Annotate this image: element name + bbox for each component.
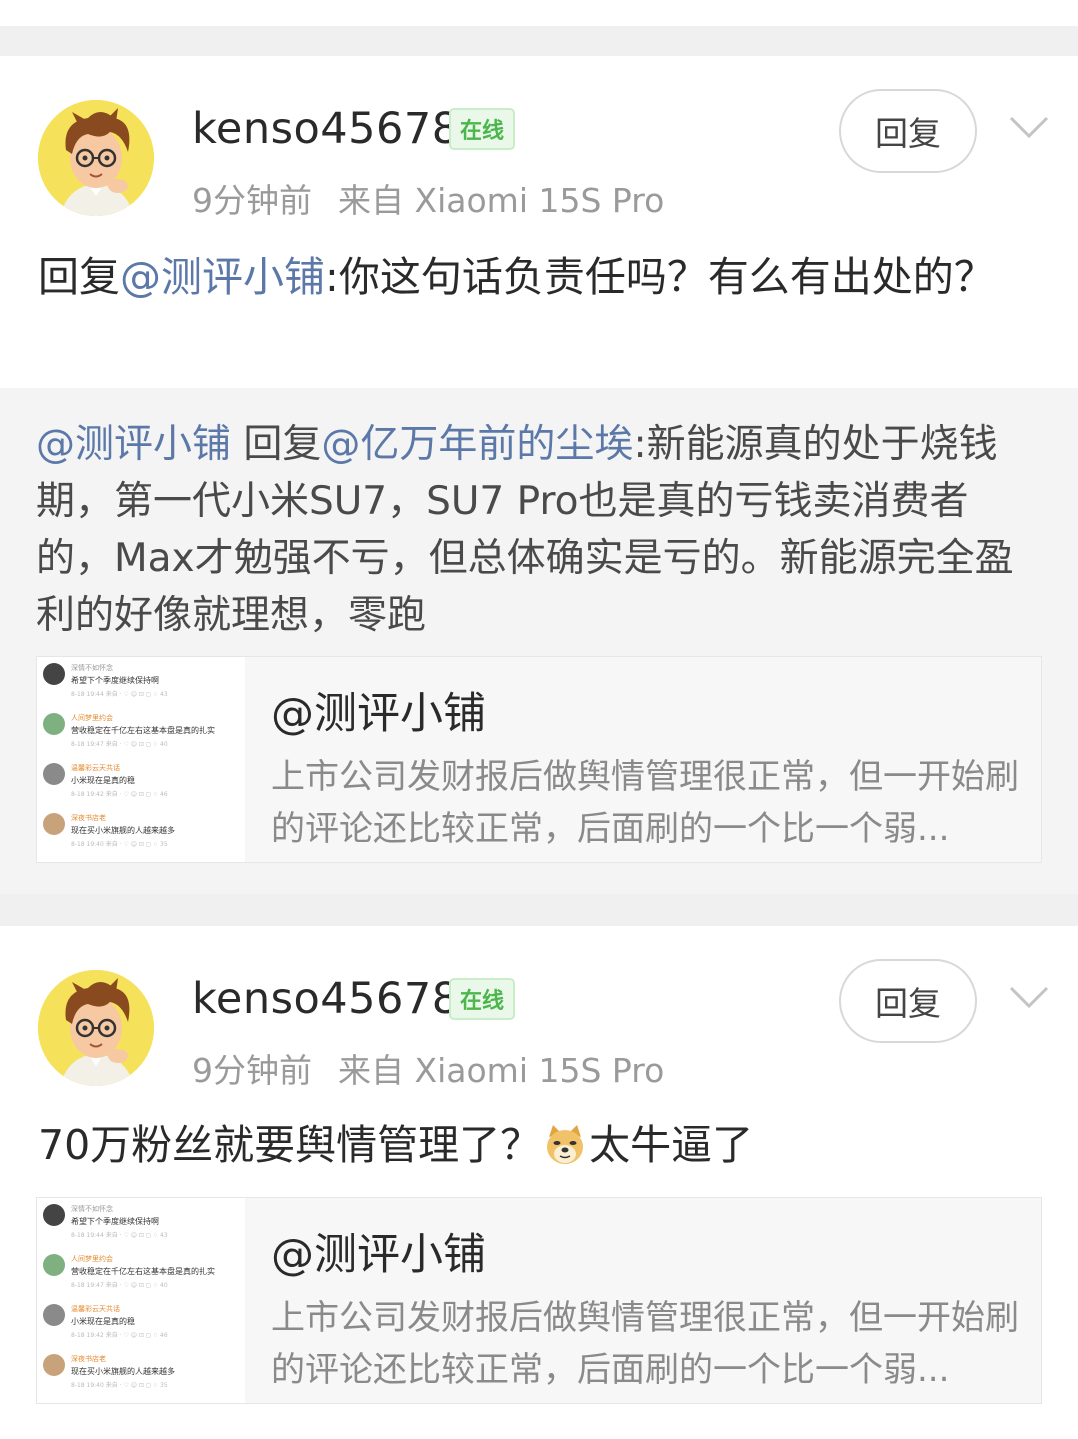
reply-button[interactable]: 回复 bbox=[839, 89, 977, 173]
comment-text: :你这句话负责任吗？有么有出处的？ bbox=[325, 253, 995, 301]
timestamp: 9分钟前 bbox=[192, 181, 312, 220]
chevron-down-icon[interactable] bbox=[1008, 982, 1050, 1012]
link-card[interactable]: 深情不如怀念 希望下个季度继续保持啊 8-18 19:44 来自 · ♡ ☺ ⊡… bbox=[36, 1197, 1042, 1404]
top-white-strip bbox=[0, 0, 1078, 26]
comment-meta: 9分钟前 来自 Xiaomi 15S Pro bbox=[192, 174, 664, 222]
link-card-description: 上市公司发财报后做舆情管理很正常，但一开始刷的评论还比较正常，后面刷的一个比一个… bbox=[271, 1298, 1019, 1390]
chevron-down-icon[interactable] bbox=[1008, 112, 1050, 142]
mention-link[interactable]: @亿万年前的尘埃 bbox=[321, 422, 633, 467]
timestamp: 9分钟前 bbox=[192, 1051, 312, 1090]
separator bbox=[0, 894, 1078, 926]
device-source: 来自 Xiaomi 15S Pro bbox=[338, 181, 665, 220]
comment-card: kenso45678 在线 9分钟前 来自 Xiaomi 15S Pro 回复 回… bbox=[0, 56, 1078, 894]
avatar-cartoon-icon bbox=[38, 970, 154, 1086]
username[interactable]: kenso45678 bbox=[192, 104, 460, 154]
quoted-comment-text: @测评小铺 回复@亿万年前的尘埃:新能源真的处于烧钱期，第一代小米SU7，SU7… bbox=[36, 416, 1046, 644]
comment-content: 70万粉丝就要舆情管理了？ 太牛逼了 bbox=[38, 1116, 1038, 1174]
username[interactable]: kenso45678 bbox=[192, 974, 460, 1024]
comment-card: kenso45678 在线 9分钟前 来自 Xiaomi 15S Pro 回复 7… bbox=[0, 926, 1078, 1439]
reply-button[interactable]: 回复 bbox=[839, 959, 977, 1043]
avatar-cartoon-icon bbox=[38, 100, 154, 216]
mention-link[interactable]: @测评小铺 bbox=[120, 253, 325, 301]
link-card[interactable]: 深情不如怀念 希望下个季度继续保持啊 8-18 19:44 来自 · ♡ ☺ ⊡… bbox=[36, 656, 1042, 863]
comment-text: 太牛逼了 bbox=[589, 1121, 754, 1169]
device-source: 来自 Xiaomi 15S Pro bbox=[338, 1051, 665, 1090]
link-card-thumbnail: 深情不如怀念 希望下个季度继续保持啊 8-18 19:44 来自 · ♡ ☺ ⊡… bbox=[37, 1198, 245, 1403]
comment-text: 70万粉丝就要舆情管理了？ bbox=[38, 1121, 542, 1169]
link-card-thumbnail: 深情不如怀念 希望下个季度继续保持啊 8-18 19:44 来自 · ♡ ☺ ⊡… bbox=[37, 657, 245, 862]
quoted-comment[interactable]: @测评小铺 回复@亿万年前的尘埃:新能源真的处于烧钱期，第一代小米SU7，SU7… bbox=[0, 388, 1078, 894]
online-badge: 在线 bbox=[449, 108, 515, 150]
mention-link[interactable]: @测评小铺 bbox=[36, 422, 231, 467]
reply-word: 回复 bbox=[231, 422, 322, 467]
link-card-title: @测评小铺 bbox=[271, 689, 486, 739]
comment-meta: 9分钟前 来自 Xiaomi 15S Pro bbox=[192, 1044, 664, 1092]
reply-prefix: 回复 bbox=[38, 253, 120, 301]
link-card-description: 上市公司发财报后做舆情管理很正常，但一开始刷的评论还比较正常，后面刷的一个比一个… bbox=[271, 757, 1019, 849]
doge-emoji-icon bbox=[547, 1125, 584, 1164]
comment-content: 回复@测评小铺:你这句话负责任吗？有么有出处的？ bbox=[38, 248, 1038, 306]
avatar[interactable] bbox=[38, 970, 154, 1086]
online-badge: 在线 bbox=[449, 978, 515, 1020]
avatar[interactable] bbox=[38, 100, 154, 216]
link-card-title: @测评小铺 bbox=[271, 1230, 486, 1280]
separator bbox=[0, 26, 1078, 56]
